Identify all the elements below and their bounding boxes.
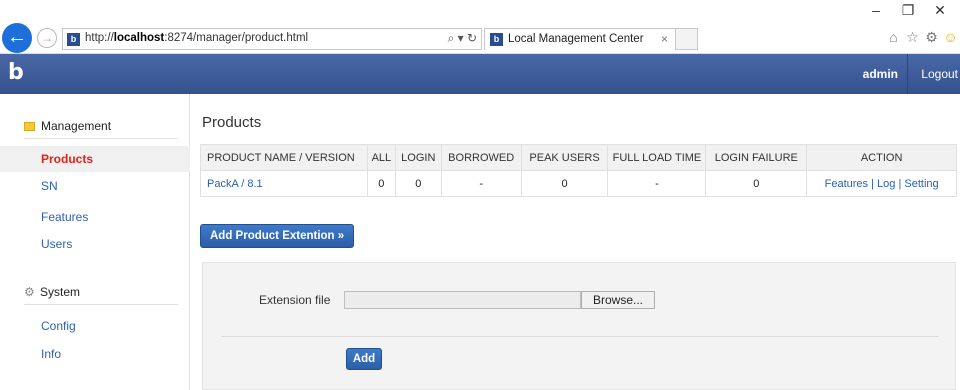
features-link[interactable]: Features: [825, 178, 868, 190]
log-link[interactable]: Log: [877, 178, 895, 190]
search-refresh-icon[interactable]: ⌕ ▾ ↻: [448, 31, 477, 46]
column-header-product-name: PRODUCT NAME / VERSION: [200, 144, 368, 171]
product-name-link[interactable]: PackA / 8.1: [200, 170, 368, 197]
sidebar-divider: [24, 138, 178, 139]
folder-icon: [24, 122, 35, 132]
add-button[interactable]: Add: [346, 348, 382, 370]
minimize-icon[interactable]: –: [860, 2, 892, 18]
forward-arrow-icon: →: [41, 31, 53, 45]
app-header: b admin Logout: [0, 54, 960, 94]
column-header-full-load-time: FULL LOAD TIME: [607, 144, 707, 171]
tab-title: Local Management Center: [508, 33, 644, 45]
page-title: Products: [202, 114, 262, 131]
add-product-extension-button[interactable]: Add Product Extention »: [200, 224, 355, 248]
favorites-icon[interactable]: ☆: [903, 29, 922, 46]
sidebar: Management Products SN Features Users ⚙ S…: [0, 94, 190, 390]
sidebar-divider: [24, 304, 178, 305]
restore-icon[interactable]: ❐: [892, 2, 924, 19]
extension-file-input[interactable]: [344, 291, 581, 309]
setting-link[interactable]: Setting: [904, 178, 938, 190]
sidebar-item-features[interactable]: Features: [0, 204, 190, 230]
table-header-row: PRODUCT NAME / VERSION ALL LOGIN BORROWE…: [200, 144, 957, 171]
address-bar[interactable]: b http://localhost:8274/manager/product.…: [62, 28, 482, 50]
sidebar-section-label: Management: [41, 119, 112, 133]
feedback-smiley-icon[interactable]: ☺: [941, 29, 960, 45]
address-host: localhost: [113, 32, 165, 44]
home-icon[interactable]: ⌂: [884, 29, 903, 45]
address-path: :8274/manager/product.html: [164, 32, 309, 44]
cell-peak-users: 0: [520, 170, 609, 197]
product-link[interactable]: PackA / 8.1: [207, 178, 263, 190]
new-tab-button[interactable]: [676, 28, 698, 50]
table-row: PackA / 8.1 0 0 - 0 - 0 Features | Log |…: [200, 170, 957, 197]
panel-divider: [221, 336, 939, 337]
logout-link[interactable]: Logout: [921, 67, 958, 81]
cell-login-failure: 0: [705, 170, 808, 197]
column-header-action: ACTION: [806, 144, 957, 171]
products-table: PRODUCT NAME / VERSION ALL LOGIN BORROWE…: [200, 144, 957, 197]
settings-icon[interactable]: ⚙: [922, 29, 941, 46]
extension-file-label: Extension file: [259, 293, 331, 307]
tab-favicon-icon: b: [490, 33, 503, 46]
column-header-login-failure: LOGIN FAILURE: [705, 144, 808, 171]
cell-borrowed: -: [440, 170, 522, 197]
main-content: Products PRODUCT NAME / VERSION ALL LOGI…: [190, 94, 960, 390]
browser-chrome: ← → b http://localhost:8274/manager/prod…: [0, 0, 960, 54]
site-favicon-icon: b: [67, 33, 80, 46]
sidebar-section-system: ⚙ System: [24, 285, 80, 299]
sidebar-section-label: System: [40, 285, 81, 299]
sidebar-item-info[interactable]: Info: [0, 341, 190, 367]
close-window-icon[interactable]: ✕: [924, 2, 956, 19]
address-text[interactable]: http://localhost:8274/manager/product.ht…: [85, 32, 308, 44]
sidebar-item-users[interactable]: Users: [0, 231, 190, 257]
cell-actions: Features | Log | Setting: [806, 170, 957, 197]
cell-all: 0: [366, 170, 396, 197]
browser-toolbar: ⌂ ☆ ⚙ ☺: [884, 29, 960, 46]
cell-full-load-time: -: [607, 170, 707, 197]
action-separator: |: [868, 177, 878, 190]
header-divider: [907, 54, 908, 94]
column-header-login: LOGIN: [394, 144, 442, 171]
column-header-all: ALL: [366, 144, 396, 171]
forward-button[interactable]: →: [37, 28, 57, 48]
header-username[interactable]: admin: [863, 67, 898, 81]
cell-login: 0: [394, 170, 442, 197]
browse-button[interactable]: Browse...: [581, 291, 655, 309]
browser-tab[interactable]: b Local Management Center ×: [484, 28, 676, 50]
sidebar-item-sn[interactable]: SN: [0, 173, 190, 199]
sidebar-item-config[interactable]: Config: [0, 313, 190, 339]
address-prefix: http://: [85, 32, 114, 44]
sidebar-item-products[interactable]: Products: [0, 146, 190, 172]
gear-icon: ⚙: [24, 285, 35, 299]
tab-close-icon[interactable]: ×: [661, 32, 668, 46]
window-controls: – ❐ ✕: [860, 2, 956, 19]
sidebar-section-management: Management: [24, 119, 111, 133]
back-arrow-icon: ←: [7, 26, 27, 48]
column-header-borrowed: BORROWED: [440, 144, 522, 171]
app-logo: b: [8, 60, 24, 85]
column-header-peak-users: PEAK USERS: [520, 144, 609, 171]
back-button[interactable]: ←: [2, 23, 32, 53]
extension-upload-panel: Extension file Browse... Add: [202, 262, 956, 390]
